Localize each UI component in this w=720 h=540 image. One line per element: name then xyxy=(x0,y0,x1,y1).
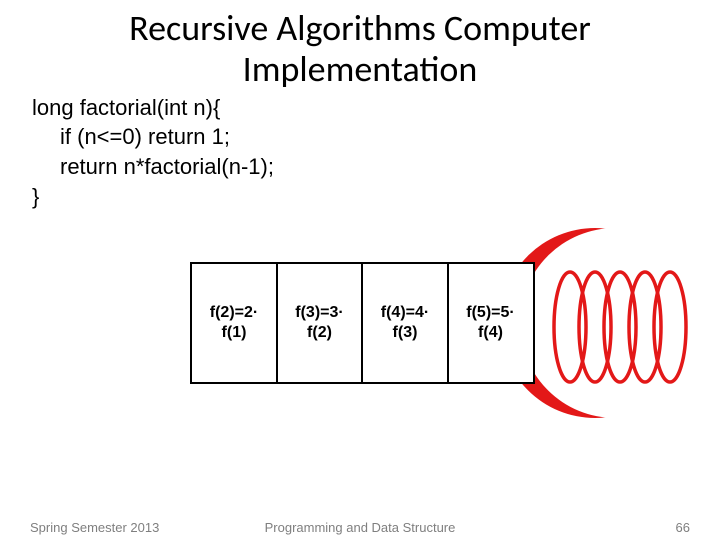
box-bottom: f(1) xyxy=(222,323,247,343)
code-line-4: } xyxy=(32,182,720,212)
call-stack-boxes: f(2)=2· f(1) f(3)=3· f(2) f(4)=4· f(3) f… xyxy=(190,262,532,384)
box-top: f(4)=4· xyxy=(381,303,429,323)
stack-box: f(2)=2· f(1) xyxy=(190,262,278,384)
box-bottom: f(2) xyxy=(307,323,332,343)
box-bottom: f(3) xyxy=(393,323,418,343)
code-line-3: return n*factorial(n-1); xyxy=(32,152,720,182)
code-line-1: long factorial(int n){ xyxy=(32,93,720,123)
spiral-icon xyxy=(550,262,710,392)
footer-center: Programming and Data Structure xyxy=(0,520,720,535)
recursion-diagram: f(2)=2· f(1) f(3)=3· f(2) f(4)=4· f(3) f… xyxy=(190,250,670,420)
code-block: long factorial(int n){ if (n<=0) return … xyxy=(0,91,720,212)
box-top: f(2)=2· xyxy=(210,303,258,323)
stack-box: f(4)=4· f(3) xyxy=(361,262,449,384)
page-number: 66 xyxy=(676,520,690,535)
code-line-2: if (n<=0) return 1; xyxy=(32,122,720,152)
box-top: f(5)=5· xyxy=(466,303,514,323)
stack-box: f(5)=5· f(4) xyxy=(447,262,535,384)
slide-title: Recursive Algorithms Computer Implementa… xyxy=(0,0,720,91)
title-line-1: Recursive Algorithms Computer xyxy=(129,6,591,50)
box-bottom: f(4) xyxy=(478,323,503,343)
box-top: f(3)=3· xyxy=(295,303,343,323)
title-line-2: Implementation xyxy=(243,47,478,91)
stack-box: f(3)=3· f(2) xyxy=(276,262,364,384)
